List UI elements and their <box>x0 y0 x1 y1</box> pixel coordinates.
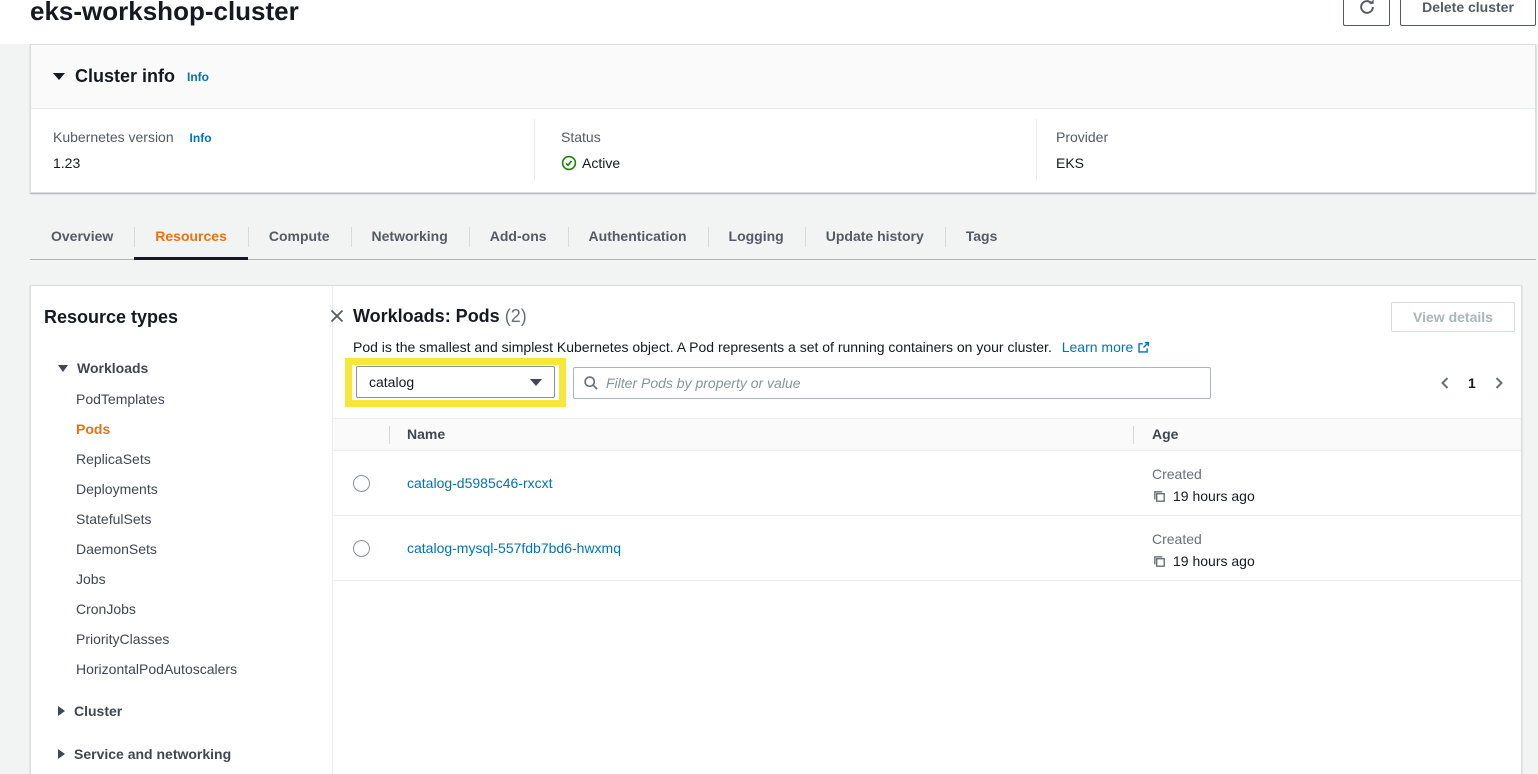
view-details-button[interactable]: View details <box>1391 302 1515 332</box>
refresh-button[interactable] <box>1343 0 1390 26</box>
sidebar-item-replicasets[interactable]: ReplicaSets <box>76 444 237 474</box>
column-divider <box>534 119 535 181</box>
column-separator <box>389 426 390 444</box>
sidebar-item-priorityclasses[interactable]: PriorityClasses <box>76 624 237 654</box>
collapsed-caret-icon <box>58 706 65 716</box>
pods-filter-search <box>573 367 1211 399</box>
pod-row: catalog-d5985c46-rxcxt Created 19 hours … <box>333 451 1521 516</box>
cluster-info-header[interactable]: Cluster info Info <box>31 45 1535 109</box>
pagination: 1 <box>1439 370 1505 396</box>
sidebar-item-pods[interactable]: Pods <box>76 414 237 444</box>
age-created-label: Created <box>1152 465 1255 484</box>
workloads-item-list: PodTemplates Pods ReplicaSets Deployment… <box>76 384 237 684</box>
age-value-text: 19 hours ago <box>1173 484 1255 508</box>
sidebar-item-deployments[interactable]: Deployments <box>76 474 237 504</box>
status-value: Active <box>561 155 861 171</box>
cluster-info-content: Kubernetes version Info 1.23 Status Acti… <box>31 109 1535 193</box>
age-created-label: Created <box>1152 530 1255 549</box>
kubernetes-version-label: Kubernetes version Info <box>53 129 353 145</box>
tab-add-ons[interactable]: Add-ons <box>469 214 568 259</box>
cluster-tabs: Overview Resources Compute Networking Ad… <box>30 214 1536 260</box>
tab-compute[interactable]: Compute <box>248 214 351 259</box>
external-link-icon <box>1137 341 1150 354</box>
age-value-text: 19 hours ago <box>1173 549 1255 573</box>
tab-resources[interactable]: Resources <box>134 214 248 259</box>
learn-more-link[interactable]: Learn more <box>1062 339 1151 355</box>
eks-console-page: eks-workshop-cluster Delete cluster Clus… <box>0 0 1538 774</box>
pods-description: Pod is the smallest and simplest Kuberne… <box>353 339 1150 355</box>
copy-icon[interactable] <box>1152 489 1167 504</box>
cluster-info-info-link[interactable]: Info <box>187 70 209 84</box>
pod-row: catalog-mysql-557fdb7bd6-hwxmq Created 1… <box>333 516 1521 581</box>
pods-count: (2) <box>505 306 527 326</box>
sidebar-group-cluster[interactable]: Cluster <box>58 703 122 719</box>
cluster-info-panel: Cluster info Info Kubernetes version Inf… <box>30 44 1536 193</box>
column-divider <box>1036 119 1037 181</box>
current-page-number[interactable]: 1 <box>1468 375 1476 391</box>
pods-panel: Workloads: Pods (2) View details Pod is … <box>333 286 1521 774</box>
row-radio-button[interactable] <box>353 540 370 557</box>
age-cell: Created 19 hours ago <box>1152 530 1255 573</box>
tab-authentication[interactable]: Authentication <box>568 214 708 259</box>
column-separator <box>1133 426 1134 444</box>
resources-split-panel: Resource types Workloads PodTemplates Po… <box>30 285 1522 774</box>
tab-tags[interactable]: Tags <box>945 214 1019 259</box>
previous-page-button[interactable] <box>1439 376 1451 390</box>
search-icon <box>583 375 599 391</box>
provider-value: EKS <box>1056 155 1356 171</box>
namespace-filter-dropdown[interactable]: catalog <box>356 366 555 398</box>
resource-types-panel: Resource types Workloads PodTemplates Po… <box>31 286 333 774</box>
pod-name-link[interactable]: catalog-mysql-557fdb7bd6-hwxmq <box>407 540 621 556</box>
kubernetes-version-info-link[interactable]: Info <box>190 131 212 145</box>
sidebar-item-daemonsets[interactable]: DaemonSets <box>76 534 237 564</box>
collapsed-caret-icon <box>58 749 65 759</box>
resource-types-title: Resource types <box>44 307 178 328</box>
sidebar-item-statefulsets[interactable]: StatefulSets <box>76 504 237 534</box>
row-radio-button[interactable] <box>353 475 370 492</box>
tab-update-history[interactable]: Update history <box>805 214 945 259</box>
status-label: Status <box>561 129 861 145</box>
delete-cluster-button[interactable]: Delete cluster <box>1400 0 1536 26</box>
age-cell: Created 19 hours ago <box>1152 465 1255 508</box>
dropdown-caret-icon <box>530 379 542 386</box>
pods-heading: Workloads: Pods (2) <box>353 306 527 327</box>
column-header-age[interactable]: Age <box>1152 419 1178 450</box>
annotation-highlight: catalog <box>345 358 566 407</box>
provider-label: Provider <box>1056 129 1356 145</box>
sidebar-group-service-networking[interactable]: Service and networking <box>58 746 231 762</box>
sidebar-group-workloads[interactable]: Workloads <box>58 360 148 376</box>
column-header-name[interactable]: Name <box>407 419 445 450</box>
sidebar-item-jobs[interactable]: Jobs <box>76 564 237 594</box>
collapse-caret-icon <box>53 73 65 80</box>
copy-icon[interactable] <box>1152 554 1167 569</box>
next-page-button[interactable] <box>1493 376 1505 390</box>
pod-name-link[interactable]: catalog-d5985c46-rxcxt <box>407 475 553 491</box>
page-title: eks-workshop-cluster <box>30 0 299 28</box>
cluster-info-title: Cluster info <box>75 66 175 87</box>
tab-logging[interactable]: Logging <box>708 214 805 259</box>
expanded-caret-icon <box>58 365 68 372</box>
tab-overview[interactable]: Overview <box>30 214 134 259</box>
sidebar-item-horizontalpodautoscalers[interactable]: HorizontalPodAutoscalers <box>76 654 237 684</box>
refresh-icon <box>1358 0 1376 16</box>
search-input[interactable] <box>606 375 1201 391</box>
pods-table-header: Name Age <box>333 418 1521 451</box>
sidebar-item-podtemplates[interactable]: PodTemplates <box>76 384 237 414</box>
kubernetes-version-value: 1.23 <box>53 155 353 171</box>
sidebar-item-cronjobs[interactable]: CronJobs <box>76 594 237 624</box>
namespace-filter-value: catalog <box>369 374 530 390</box>
tab-networking[interactable]: Networking <box>351 214 469 259</box>
status-ok-icon <box>561 155 577 171</box>
